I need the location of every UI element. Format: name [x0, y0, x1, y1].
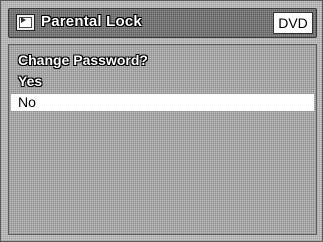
menu-header: Parental Lock DVD [8, 8, 317, 38]
dialog-panel: Change Password? Yes No [8, 44, 317, 235]
menu-title: Parental Lock [41, 13, 142, 30]
menu-icon [16, 14, 35, 31]
option-no[interactable]: No [11, 94, 314, 111]
option-yes[interactable]: Yes [11, 73, 314, 90]
media-badge: DVD [273, 12, 313, 34]
osd-screen: Parental Lock DVD Change Password? Yes N… [0, 0, 323, 242]
dialog-question: Change Password? [18, 52, 148, 68]
